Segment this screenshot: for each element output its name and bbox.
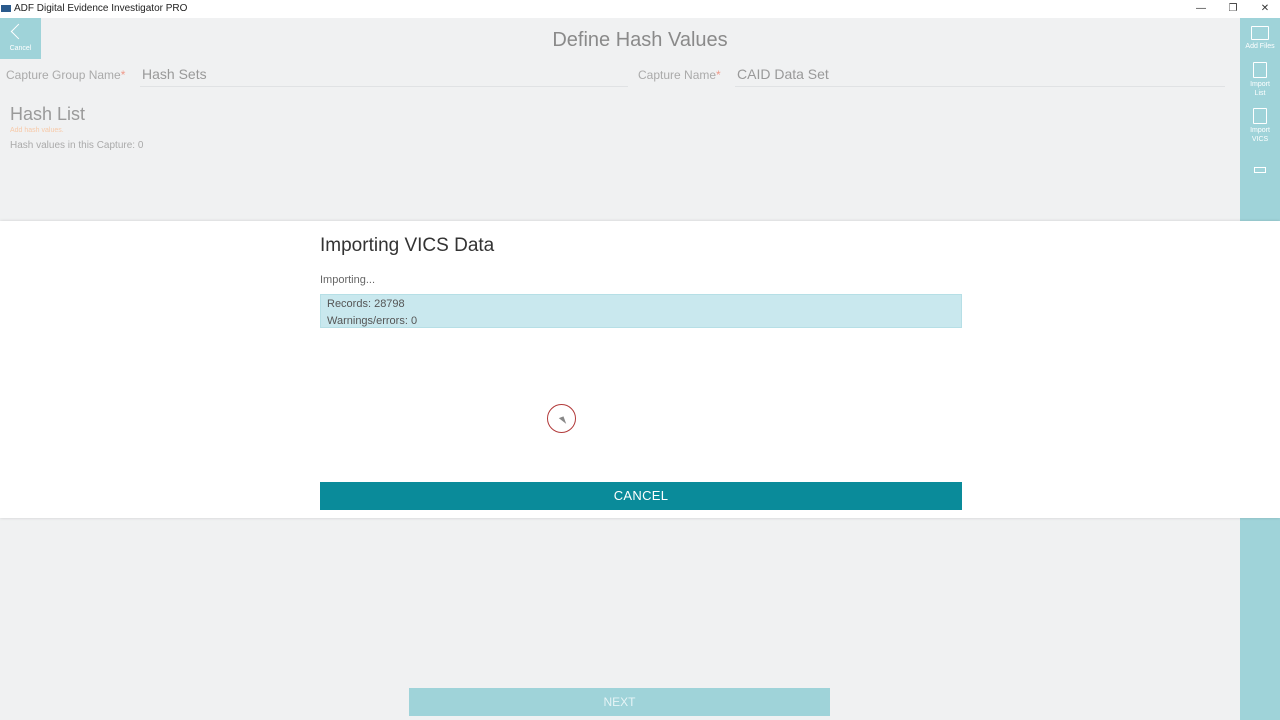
import-vics-label: Import VICS	[1250, 127, 1270, 143]
records-count: Records: 28798	[327, 298, 405, 310]
capture-group-underline	[140, 86, 628, 87]
add-hash-values-link[interactable]: Add hash values.	[10, 127, 64, 134]
capture-group-input[interactable]: Hash Sets	[142, 66, 207, 82]
close-button[interactable]: ✕	[1250, 1, 1280, 17]
maximize-button[interactable]: ❐	[1218, 1, 1248, 17]
import-vics-button[interactable]: Import VICS	[1240, 108, 1280, 144]
toggle-icon	[1254, 167, 1266, 173]
app-logo-icon	[1, 5, 11, 12]
capture-group-label: Capture Group Name*	[6, 68, 125, 82]
toggle-button[interactable]	[1240, 167, 1280, 173]
import-list-label: Import List	[1250, 81, 1270, 97]
window-titlebar: ADF Digital Evidence Investigator PRO — …	[0, 0, 1280, 18]
minimize-button[interactable]: —	[1186, 1, 1216, 17]
add-files-label: Add Files	[1245, 43, 1275, 50]
hash-count-text: Hash values in this Capture: 0	[10, 140, 144, 151]
capture-name-input[interactable]: CAID Data Set	[737, 66, 829, 82]
warnings-count: Warnings/errors: 0	[327, 315, 418, 327]
import-progress-panel: Records: 28798 Warnings/errors: 0	[320, 294, 962, 328]
folder-add-icon	[1251, 26, 1269, 40]
import-dialog: Importing VICS Data Importing... Records…	[0, 221, 1280, 518]
import-status-text: Importing...	[320, 274, 376, 286]
required-mark: *	[716, 68, 721, 82]
document-list-icon	[1253, 62, 1267, 78]
document-import-icon	[1253, 108, 1267, 124]
capture-name-underline	[735, 86, 1225, 87]
add-files-button[interactable]: Add Files	[1240, 26, 1280, 51]
dialog-title: Importing VICS Data	[320, 235, 495, 256]
capture-name-label: Capture Name*	[638, 68, 721, 82]
required-mark: *	[120, 68, 126, 82]
cancel-button[interactable]: CANCEL	[320, 482, 962, 510]
import-list-button[interactable]: Import List	[1240, 62, 1280, 98]
window-title: ADF Digital Evidence Investigator PRO	[14, 3, 188, 14]
capture-name-label-text: Capture Name	[638, 68, 717, 82]
page-title: Define Hash Values	[552, 29, 728, 51]
capture-group-label-text: Capture Group Name	[6, 68, 121, 82]
next-button[interactable]: NEXT	[409, 688, 830, 716]
hash-list-title: Hash List	[10, 104, 86, 124]
